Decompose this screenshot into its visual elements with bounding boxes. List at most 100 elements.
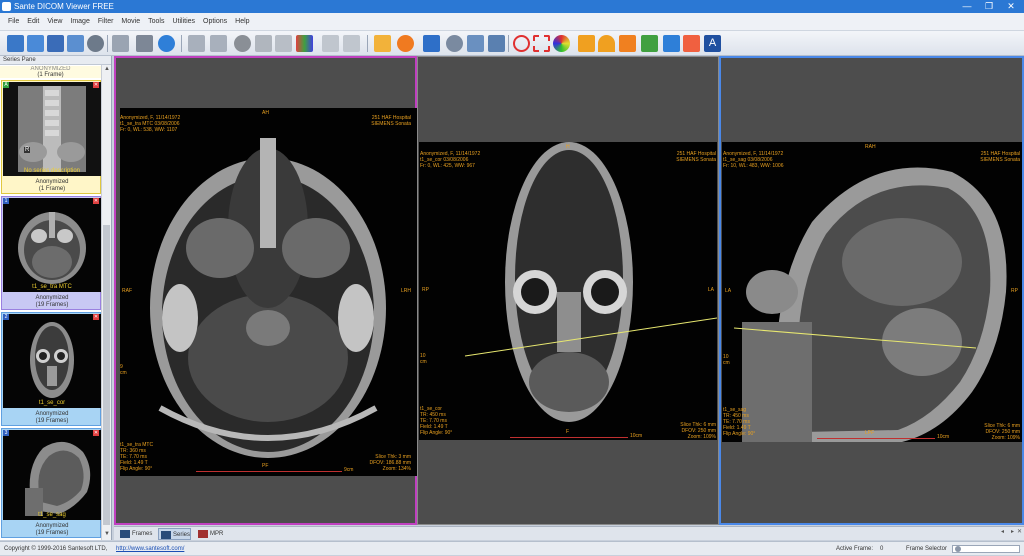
series-item-a[interactable]: R No series description A ✕ Anonymized (… — [1, 80, 101, 194]
pacs-icon[interactable] — [87, 35, 104, 52]
scroll-up-icon[interactable]: ▲ — [103, 66, 111, 74]
series-pane-scrollbar[interactable]: ▲ ▼ — [101, 65, 111, 540]
vp3-orient-bottom: LPF — [865, 430, 875, 436]
axial-image[interactable] — [120, 108, 417, 476]
scroll-icon[interactable] — [423, 35, 440, 52]
pan-hand-icon[interactable] — [374, 35, 391, 52]
series-label-3: t1_se_sag — [38, 512, 66, 518]
vp2-top-right-overlay: 251 HAF Hospital SIEMENS Sonata — [676, 151, 716, 163]
menu-options[interactable]: Options — [199, 13, 231, 31]
scrollbar-thumb[interactable] — [103, 225, 110, 525]
menu-view[interactable]: View — [43, 13, 66, 31]
open-file-icon[interactable] — [7, 35, 24, 52]
copy-icon[interactable] — [112, 35, 129, 52]
tab-frames[interactable]: Frames — [118, 528, 152, 540]
eye-icon[interactable] — [234, 35, 251, 52]
info-icon[interactable] — [158, 35, 175, 52]
vp3-orient-right: RP — [1011, 288, 1018, 294]
magnify-icon[interactable] — [467, 35, 484, 52]
toolbar: A — [0, 31, 1024, 56]
frame-selector-slider[interactable] — [952, 545, 1020, 553]
menu-utilities[interactable]: Utilities — [168, 13, 199, 31]
brightness-icon[interactable] — [397, 35, 414, 52]
hide-overlay-icon[interactable] — [255, 35, 272, 52]
series-icon — [161, 531, 171, 539]
ellipse-roi-icon[interactable] — [513, 35, 530, 52]
minimize-button[interactable]: — — [956, 0, 978, 13]
series-close-a-icon[interactable]: ✕ — [93, 82, 99, 88]
vp2-scale-label: 10cm — [630, 433, 643, 439]
status-bar: Copyright © 1999-2016 Santesoft LTD, htt… — [0, 541, 1024, 555]
database-icon[interactable] — [67, 35, 84, 52]
series-patient-3: Anonymized — [35, 523, 69, 529]
eraser-icon[interactable] — [683, 35, 700, 52]
fullscreen-icon[interactable] — [343, 35, 360, 52]
vp1-scale-label: 9cm — [344, 467, 354, 473]
menu-help[interactable]: Help — [231, 13, 253, 31]
viewport-sagittal[interactable]: Anonymized, F, 11/14/1972 t1_se_sag 03/0… — [719, 56, 1024, 525]
series-thumbnail-2: t1_se_cor — [3, 314, 101, 408]
series-item-3[interactable]: t1_se_sag 3 ✕ Anonymized (19 Frames) — [1, 428, 101, 538]
scroll-down-icon[interactable]: ▼ — [103, 531, 111, 539]
menu-tools[interactable]: Tools — [144, 13, 168, 31]
series-close-1-icon[interactable]: ✕ — [93, 198, 99, 204]
open-folder-icon[interactable] — [27, 35, 44, 52]
series-badge-3: 3 — [3, 430, 9, 436]
frame-selector-handle[interactable] — [955, 546, 961, 552]
tab-mpr[interactable]: MPR — [196, 528, 223, 540]
rectangle-roi-icon[interactable] — [533, 35, 550, 52]
maximize-button[interactable]: ❐ — [978, 0, 1000, 13]
layout-icon[interactable] — [275, 35, 292, 52]
vp1-top-right-overlay: 251 HAF Hospital SIEMENS Sonata — [371, 115, 411, 127]
series-item-1[interactable]: t1_se_tra MTC 1 ✕ Anonymized (19 Frames) — [1, 196, 101, 310]
menu-file[interactable]: File — [4, 13, 23, 31]
close-button[interactable]: ✕ — [1000, 0, 1022, 13]
series-badge-a: A — [3, 82, 9, 88]
menu-filter[interactable]: Filter — [94, 13, 118, 31]
angle-icon[interactable] — [578, 35, 595, 52]
app-icon — [2, 2, 11, 11]
vp2-orient-top: H — [566, 144, 570, 150]
coronal-image[interactable] — [419, 142, 718, 440]
series-item-2[interactable]: t1_se_cor 2 ✕ Anonymized (19 Frames) — [1, 312, 101, 426]
arc-icon[interactable] — [598, 35, 615, 52]
line-icon[interactable] — [641, 35, 658, 52]
zoom-icon[interactable] — [446, 35, 463, 52]
menu-image[interactable]: Image — [66, 13, 93, 31]
website-link[interactable]: http://www.santesoft.com/ — [116, 542, 184, 556]
tab-close-icon[interactable]: ✕ — [1017, 528, 1022, 535]
color-map-icon[interactable] — [296, 35, 313, 52]
series-thumbnail-3: t1_se_sag — [3, 430, 101, 520]
cobb-angle-icon[interactable] — [619, 35, 636, 52]
viewport-axial[interactable]: Anonymized, F, 11/14/1972 t1_se_tra MTC … — [114, 56, 417, 525]
flip-icon[interactable] — [210, 35, 227, 52]
vp1-top-left-overlay: Anonymized, F, 11/14/1972 t1_se_tra MTC … — [120, 115, 181, 133]
roi-zoom-icon[interactable] — [488, 35, 505, 52]
vp3-orient-top: RAH — [865, 144, 876, 150]
viewport-coronal[interactable]: Anonymized, F, 11/14/1972 t1_se_cor 03/0… — [417, 56, 719, 525]
vp2-top-left-overlay: Anonymized, F, 11/14/1972 t1_se_cor 03/0… — [420, 151, 481, 169]
menu-edit[interactable]: Edit — [23, 13, 43, 31]
series-frames-a: (1 Frame) — [38, 186, 66, 192]
menu-movie[interactable]: Movie — [117, 13, 144, 31]
window-title: Sante DICOM Viewer FREE — [14, 2, 114, 11]
vp3-vertical-scale: 10 cm — [723, 354, 730, 366]
series-close-2-icon[interactable]: ✕ — [93, 314, 99, 320]
series-pane-header: Series Pane — [0, 56, 111, 65]
text-annotation-icon[interactable]: A — [704, 35, 721, 52]
series-label-2: t1_se_cor — [38, 400, 66, 406]
fit-image-icon[interactable] — [322, 35, 339, 52]
vp1-scale-bar — [196, 471, 342, 472]
sagittal-image[interactable] — [722, 142, 1022, 443]
color-picker-icon[interactable] — [553, 35, 570, 52]
arrow-icon[interactable] — [663, 35, 680, 52]
vp2-orient-left: RP — [422, 287, 429, 293]
open-dicomdir-icon[interactable] — [47, 35, 64, 52]
tab-scroll-left-icon[interactable]: ◂ — [1001, 528, 1004, 535]
tab-series[interactable]: Series — [158, 528, 192, 540]
series-close-3-icon[interactable]: ✕ — [93, 430, 99, 436]
tab-scroll-right-icon[interactable]: ▸ — [1011, 528, 1014, 535]
vp2-orient-bottom: F — [566, 429, 570, 435]
rotate-icon[interactable] — [188, 35, 205, 52]
print-icon[interactable] — [136, 35, 153, 52]
